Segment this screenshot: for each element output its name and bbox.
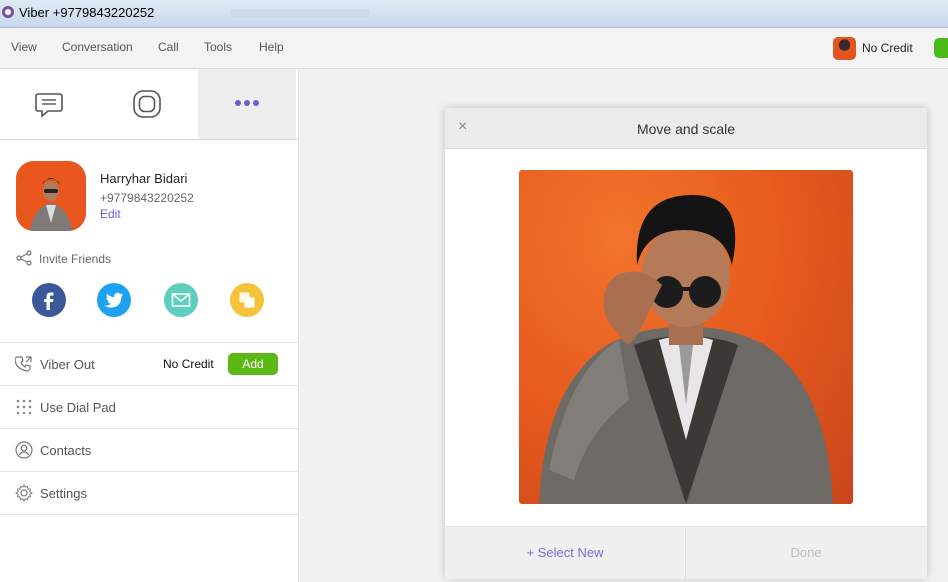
- viber-out-credit: No Credit: [163, 357, 214, 371]
- menu-tools[interactable]: Tools: [204, 40, 232, 54]
- dialog-header: × Move and scale: [445, 108, 927, 149]
- menu-view[interactable]: View: [11, 40, 37, 54]
- viber-out-label: Viber Out: [40, 357, 95, 372]
- profile-photo-icon: [539, 195, 833, 504]
- sidebar-tabs: [0, 69, 298, 140]
- photo-crop-area[interactable]: [519, 170, 853, 504]
- tab-chats[interactable]: [0, 69, 98, 139]
- profile-phone: +9779843220252: [100, 191, 194, 205]
- menu-bar: View Conversation Call Tools Help No Cre…: [0, 28, 948, 69]
- gear-icon: [15, 484, 33, 502]
- menu-call[interactable]: Call: [158, 40, 179, 54]
- select-new-button[interactable]: + Select New: [445, 527, 686, 579]
- copy-link-button[interactable]: [230, 283, 264, 317]
- profile-avatar[interactable]: [16, 161, 86, 231]
- profile-section: Harryhar Bidari +9779843220252 Edit: [0, 139, 298, 239]
- credit-label: No Credit: [862, 41, 913, 55]
- contacts-label: Contacts: [40, 443, 92, 458]
- add-credit-button[interactable]: Add: [228, 353, 278, 375]
- contacts-row[interactable]: Contacts: [0, 428, 298, 471]
- share-icon: [16, 250, 32, 266]
- sidebar: Harryhar Bidari +9779843220252 Edit Invi…: [0, 69, 299, 582]
- invite-friends-label: Invite Friends: [39, 252, 112, 266]
- tab-more[interactable]: [198, 69, 296, 139]
- copy-icon: [239, 292, 255, 308]
- tab-public-chats[interactable]: [98, 69, 196, 139]
- title-bar: Viber +9779843220252: [0, 0, 948, 28]
- public-chats-icon: [133, 90, 161, 118]
- twitter-icon: [104, 292, 123, 308]
- title-bar-blurred-area: [230, 9, 370, 17]
- settings-row[interactable]: Settings: [0, 471, 298, 515]
- share-facebook-button[interactable]: [32, 283, 66, 317]
- share-twitter-button[interactable]: [97, 283, 131, 317]
- facebook-icon: [44, 292, 54, 310]
- edit-profile-link[interactable]: Edit: [100, 207, 121, 221]
- viber-out-row[interactable]: Viber Out No Credit Add: [0, 342, 298, 385]
- status-indicator[interactable]: [934, 38, 948, 58]
- dial-pad-icon: [16, 399, 32, 415]
- user-avatar-small: [833, 37, 856, 60]
- dial-pad-row[interactable]: Use Dial Pad: [0, 385, 298, 428]
- dialog-footer: + Select New Done: [445, 526, 927, 579]
- move-and-scale-dialog: × Move and scale + Select New Done: [445, 108, 927, 579]
- dialog-title: Move and scale: [636, 121, 736, 137]
- phone-out-icon: [15, 356, 32, 372]
- viber-logo-icon: [2, 6, 14, 18]
- window-title: Viber +9779843220252: [19, 5, 155, 20]
- dial-pad-label: Use Dial Pad: [40, 400, 116, 415]
- email-icon: [171, 293, 191, 307]
- more-dots-icon: [235, 100, 259, 106]
- menu-conversation[interactable]: Conversation: [62, 40, 133, 54]
- contacts-icon: [15, 441, 33, 459]
- settings-label: Settings: [40, 486, 87, 501]
- profile-photo-icon: [16, 161, 86, 231]
- chat-bubble-icon: [35, 93, 63, 118]
- menu-help[interactable]: Help: [259, 40, 284, 54]
- profile-name: Harryhar Bidari: [100, 171, 188, 186]
- done-button[interactable]: Done: [686, 527, 926, 579]
- share-email-button[interactable]: [164, 283, 198, 317]
